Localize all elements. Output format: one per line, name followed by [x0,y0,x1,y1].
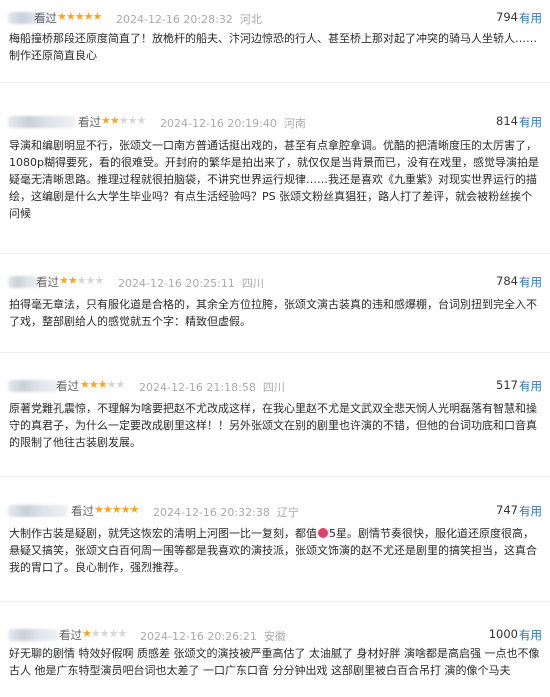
review-meta: 看过 ★★★★★ 2024-12-16 20:25:11 四川 784 有用 [0,272,550,292]
useful-count: 784 [496,274,518,288]
review-meta: 看过 ★★★★★ 2024-12-16 20:19:40 河南 814 有用 [0,112,550,132]
review-text: 好无聊的剧情 特效好假啊 质感差 张颂文的演技被严重高估了 太油腻了 身材好胖 … [9,647,540,677]
review-text: 原著党難孔震惊，不理解为啥要把赵不尤改成这样，在我心里赵不尤是文武双全悲天悯人光… [9,402,537,449]
review-text-part-1: 大制作古装是疑剧，就凭这恢宏的清明上河图一比一复刻，都值 [9,527,317,540]
watched-label: 看过 [71,504,94,518]
divider [0,253,550,254]
useful-count: 814 [496,114,518,128]
review-time: 2024-12-16 20:26:21 安徽 [140,630,286,643]
useful-button[interactable]: 有用 [519,274,542,290]
review-time: 2024-12-16 20:28:32 河北 [116,13,262,26]
review-meta: 看过 ★★★★★ 2024-12-16 20:28:32 河北 794 有用 [0,8,550,28]
useful-count: 794 [496,10,518,24]
review-meta: 看过 ★★★★★ 2024-12-16 20:32:38 辽宁 747 有用 [0,501,550,521]
rating-stars: ★★★★★ [57,10,102,23]
divider [0,352,550,353]
review-meta: 看过 ★★★★★ 2024-12-16 20:26:21 安徽 1000 有用 [0,625,550,645]
avatar[interactable] [8,116,76,128]
avatar[interactable] [8,505,68,517]
avatar[interactable] [8,629,58,641]
divider [0,82,550,83]
review-text: 导演和编剧明显不行，张颂文一口南方普通话挺出戏的，甚至有点拿腔拿调。优酷的把清晰… [9,139,539,220]
useful-button[interactable]: 有用 [519,627,542,643]
review-text: 大制作古装是疑剧，就凭这恢宏的清明上河图一比一复刻，都值 5星。剧情节奏很快，服化… [9,525,541,576]
useful-button[interactable]: 有用 [519,378,542,394]
avatar[interactable] [8,380,58,392]
useful-button[interactable]: 有用 [519,114,542,130]
rating-stars: ★★★★★ [80,378,125,391]
review-location: 安徽 [263,630,286,643]
rating-stars: ★★★★★ [94,503,139,516]
review-time: 2024-12-16 20:25:11 四川 [118,277,264,290]
divider [0,476,550,477]
useful-count: 747 [496,503,518,517]
useful-button[interactable]: 有用 [519,10,542,26]
useful-count: 517 [496,378,518,392]
review-text: 梅船撞桥那段还原度简直了！放桅杆的船夫、汴河边惊恐的行人、甚至桥上那对起了冲突的… [9,32,537,62]
watched-label: 看过 [59,628,82,642]
rating-stars: ★★★★★ [82,627,127,640]
review-location: 河北 [239,13,262,26]
watched-label: 看过 [78,115,101,129]
review-location: 辽宁 [276,506,299,519]
review-time: 2024-12-16 20:32:38 辽宁 [153,506,299,519]
watched-label: 看过 [56,379,79,393]
review-location: 四川 [241,277,264,290]
rating-stars: ★★★★★ [59,274,104,287]
review-location: 四川 [262,381,285,394]
watched-label: 看过 [34,11,57,25]
review-time: 2024-12-16 21:18:58 四川 [139,381,285,394]
useful-button[interactable]: 有用 [519,503,542,519]
review-text: 拍得毫无章法，只有服化道是合格的，其余全方位拉胯，张颂文演古装真的违和感爆棚，台… [9,298,537,328]
watched-label: 看过 [36,275,59,289]
divider [0,601,550,602]
review-time: 2024-12-16 20:19:40 河南 [160,117,306,130]
review-location: 河南 [283,117,306,130]
useful-count: 1000 [488,627,518,641]
rating-stars: ★★★★★ [101,114,146,127]
emoji-icon [318,528,328,538]
review-meta: 看过 ★★★★★ 2024-12-16 21:18:58 四川 517 有用 [0,376,550,396]
